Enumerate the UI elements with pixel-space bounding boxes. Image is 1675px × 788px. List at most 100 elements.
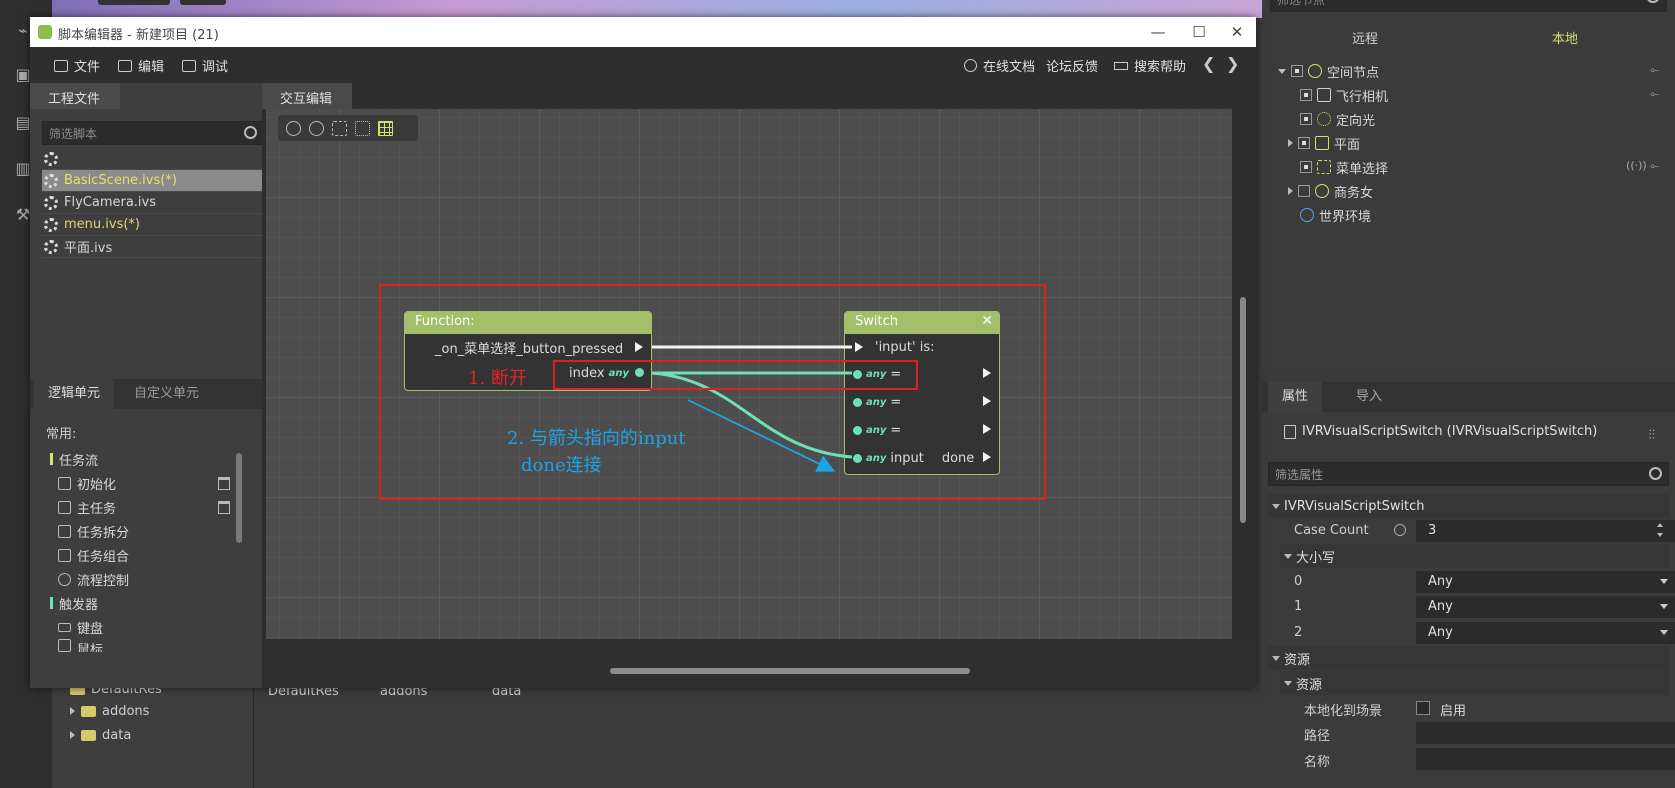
localize-checkbox[interactable] (1416, 701, 1430, 715)
forward-icon[interactable]: ❯ (1226, 54, 1239, 73)
visibility-checkbox[interactable] (1300, 89, 1312, 101)
viewport-tab[interactable] (98, 0, 170, 5)
link-icon[interactable]: ⟜ (1650, 63, 1659, 77)
mouse-icon (58, 639, 71, 652)
link-icon[interactable]: ⟜ (1650, 87, 1659, 101)
trash-icon[interactable] (218, 501, 230, 514)
scrollbar[interactable] (236, 453, 242, 543)
section-resource-sub[interactable]: 资源 (1280, 671, 1669, 695)
tree-node-light[interactable]: 定向光 (1300, 108, 1375, 130)
tree-node-plane[interactable]: 平面 (1288, 132, 1360, 154)
minimize-button[interactable]: — (1140, 20, 1176, 44)
tree-node-woman[interactable]: 商务女 (1288, 180, 1373, 202)
search-icon[interactable] (1649, 467, 1662, 480)
file-item[interactable]: BasicScene.ivs(*) (42, 170, 264, 192)
file-item[interactable]: FlyCamera.ivs (42, 192, 264, 214)
maximize-button[interactable]: ☐ (1181, 20, 1217, 44)
path-input[interactable] (1416, 722, 1675, 744)
zoom-in-icon[interactable] (309, 120, 324, 136)
case-select[interactable]: Any (1416, 596, 1675, 618)
section-switch[interactable]: IVRVisualScriptSwitch (1268, 494, 1669, 518)
menu-forum[interactable]: 论坛反馈 (1046, 56, 1098, 75)
tree-node-env[interactable]: 世界环境 (1300, 204, 1371, 226)
name-input[interactable] (1416, 748, 1675, 770)
category-trigger[interactable]: 触发器 (50, 592, 98, 614)
tab-custom-units[interactable]: 自定义单元 (120, 379, 213, 409)
grid-icon[interactable] (378, 120, 393, 136)
unit-keyboard[interactable]: 键盘 (58, 616, 103, 638)
script-filter-input[interactable]: 筛选脚本 (42, 121, 264, 145)
menu-debug[interactable]: 调试 (182, 56, 228, 75)
tree-item[interactable]: data (70, 724, 131, 746)
file-item[interactable] (42, 148, 264, 170)
fit-icon[interactable] (332, 120, 347, 136)
folder-icon (54, 59, 68, 72)
tab-project-files[interactable]: 工程文件 (30, 83, 120, 109)
tab-interactive-edit[interactable]: 交互编辑 (262, 83, 352, 109)
tab-properties[interactable]: 属性 (1268, 382, 1323, 412)
search-icon[interactable] (1646, 0, 1660, 3)
expand-icon[interactable] (1288, 139, 1293, 147)
tree-node-menu[interactable]: 菜单选择 (1300, 156, 1388, 178)
trash-icon[interactable] (218, 477, 230, 490)
title-bar[interactable]: 脚本编辑器 - 新建项目 (21) — ☐ ✕ (30, 17, 1256, 47)
expand-icon[interactable] (1288, 187, 1293, 195)
expand-icon[interactable] (70, 731, 75, 739)
tune-icon[interactable]: ⫶⫶ (1649, 428, 1656, 443)
property-filter-input[interactable]: 筛选属性 (1268, 462, 1669, 486)
fullscreen-icon[interactable] (355, 120, 370, 136)
viewport-tab[interactable] (180, 0, 226, 5)
unit-flow-control[interactable]: 流程控制 (58, 568, 129, 590)
collapse-icon[interactable] (1284, 553, 1292, 559)
back-icon[interactable]: ❮ (1202, 54, 1215, 73)
unit-task-combine[interactable]: 任务组合 (58, 544, 129, 566)
section-resource[interactable]: 资源 (1268, 646, 1669, 670)
case-select[interactable]: Any (1416, 571, 1675, 593)
tab-local[interactable]: 本地 (1552, 28, 1578, 47)
unit-main-task[interactable]: 主任务 (58, 496, 116, 518)
zoom-out-icon[interactable] (286, 120, 301, 136)
search-icon[interactable] (244, 126, 257, 139)
file-item[interactable]: menu.ivs(*) (42, 214, 264, 236)
collapse-icon[interactable] (1278, 68, 1286, 74)
case-count-input[interactable]: 3 (1416, 520, 1675, 542)
scene-filter-input[interactable]: 筛选节点 (1270, 0, 1667, 12)
visibility-checkbox[interactable] (1298, 185, 1310, 197)
unit-mouse[interactable]: 鼠标 (58, 639, 103, 652)
case-select[interactable]: Any (1416, 622, 1675, 644)
tree-node-spatial[interactable]: 空间节点 (1278, 60, 1379, 82)
graduation-icon (1114, 61, 1128, 70)
crop-icon (118, 59, 132, 72)
menu-file[interactable]: 文件 (54, 56, 100, 75)
signal-icon[interactable]: ((·)) ⟜ (1626, 159, 1659, 173)
collapse-icon[interactable] (1284, 680, 1292, 686)
menu-edit[interactable]: 编辑 (118, 56, 164, 75)
tab-logic-units[interactable]: 逻辑单元 (34, 379, 115, 409)
visibility-checkbox[interactable] (1298, 137, 1310, 149)
collapse-icon[interactable] (1272, 655, 1280, 661)
expand-icon[interactable] (70, 707, 75, 715)
category-taskflow[interactable]: 任务流 (50, 448, 98, 470)
menu-search-help[interactable]: 搜索帮助 (1114, 56, 1186, 75)
collapse-icon[interactable] (1272, 503, 1280, 509)
file-item[interactable]: 平面.ivs (42, 236, 264, 258)
spinner-icon[interactable] (1657, 520, 1665, 540)
reset-icon[interactable] (1394, 524, 1406, 536)
unit-task-split[interactable]: 任务拆分 (58, 520, 129, 542)
canvas-hscrollbar[interactable] (610, 668, 970, 674)
tab-remote[interactable]: 远程 (1352, 28, 1378, 47)
disconnect-box (553, 360, 918, 390)
unit-init[interactable]: 初始化 (58, 472, 116, 494)
visibility-checkbox[interactable] (1300, 161, 1312, 173)
visibility-checkbox[interactable] (1291, 65, 1303, 77)
section-case[interactable]: 大小写 (1280, 544, 1669, 568)
tree-node-flycam[interactable]: 飞行相机 (1300, 84, 1388, 106)
category-marker-icon (50, 453, 53, 465)
canvas-vscrollbar[interactable] (1240, 297, 1246, 523)
visibility-checkbox[interactable] (1300, 113, 1312, 125)
menu-online-docs[interactable]: 在线文档 (964, 56, 1035, 75)
tree-item[interactable]: addons (70, 700, 149, 722)
tab-import[interactable]: 导入 (1342, 382, 1396, 412)
canvas-toolbar (278, 115, 418, 141)
close-button[interactable]: ✕ (1219, 20, 1255, 44)
